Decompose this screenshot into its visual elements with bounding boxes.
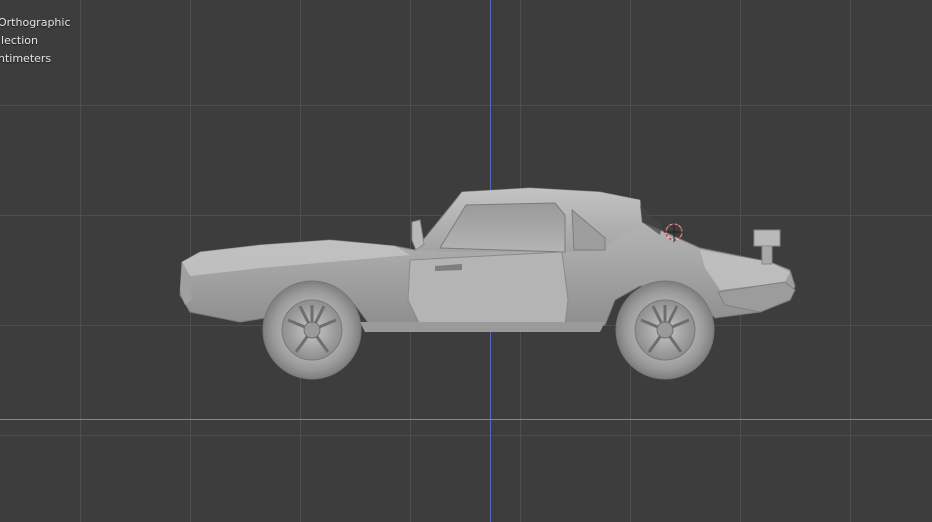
car-model[interactable] — [0, 0, 932, 522]
3d-viewport[interactable]: Orthographic llection ntimeters — [0, 0, 932, 522]
3d-cursor-icon[interactable] — [662, 220, 686, 244]
rear-wheel — [615, 280, 715, 380]
front-wheel — [262, 280, 362, 380]
